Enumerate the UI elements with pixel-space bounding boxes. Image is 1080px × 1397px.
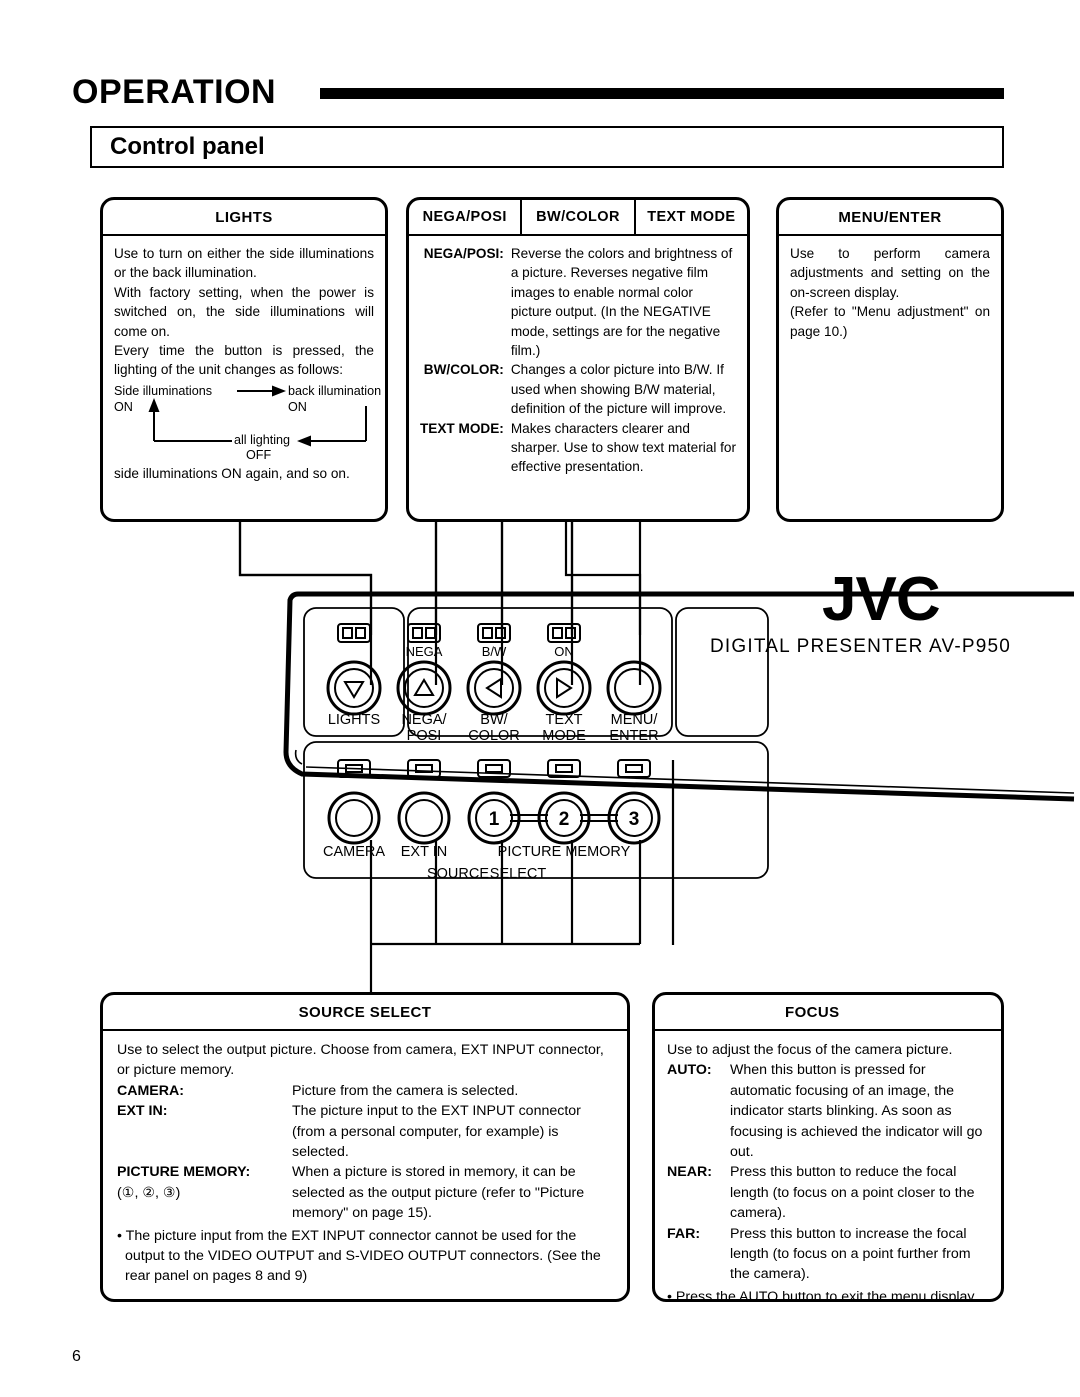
- led-indicator-bw: [477, 623, 511, 643]
- definition-desc: Makes characters clearer and sharper. Us…: [510, 420, 736, 475]
- callout-nega-posi-tabs: NEGA/POSI BW/COLOR TEXT MODE: [409, 200, 747, 236]
- callout-lights-title: LIGHTS: [103, 200, 385, 236]
- definition-term: BW/COLOR:: [423, 362, 504, 378]
- definition-row: PICTURE MEMORY: (①, ②, ③) When a picture…: [117, 1162, 613, 1223]
- definition-row: TEXT MODE: Makes characters clearer and …: [420, 419, 736, 477]
- title-rule: [320, 88, 1004, 99]
- definition-term: PICTURE MEMORY: (①, ②, ③): [117, 1162, 292, 1223]
- callout-nega-posi: NEGA/POSI BW/COLOR TEXT MODE NEGA/POSI: …: [406, 197, 750, 522]
- panel-label-lights: LIGHTS: [328, 712, 380, 728]
- definition-row: BW/COLOR: Changes a color picture into B…: [420, 360, 736, 418]
- definition-desc: When a picture is stored in memory, it c…: [292, 1164, 585, 1222]
- definition-term: AUTO:: [667, 1062, 712, 1079]
- source-select-bullet: • The picture input from the EXT INPUT c…: [117, 1227, 601, 1285]
- definition-desc: Press this button to increase the focal …: [730, 1225, 971, 1283]
- led-indicator-nega: [407, 623, 441, 643]
- source-select-definitions: CAMERA: Picture from the camera is selec…: [117, 1081, 613, 1224]
- tab-nega-posi: NEGA/POSI: [422, 209, 507, 225]
- led-indicator-on: [547, 623, 581, 643]
- callout-source-select-title: SOURCE SELECT: [103, 995, 627, 1031]
- definition-row: NEGA/POSI: Reverse the colors and bright…: [420, 244, 736, 360]
- led-label-nega: NEGA: [406, 644, 443, 659]
- focus-bullet: • Press the AUTO button to exit the menu…: [667, 1288, 978, 1302]
- panel-label-bw-color-1: BW/: [480, 712, 508, 728]
- menu-enter-paragraph-2: (Refer to "Menu adjustment" on page 10.): [790, 304, 990, 339]
- definition-desc: Changes a color picture into B/W. If use…: [510, 362, 727, 417]
- page-title: OPERATION: [72, 73, 277, 111]
- focus-definitions: AUTO: When this button is pressed for au…: [667, 1060, 989, 1284]
- definition-desc: The picture input to the EXT INPUT conne…: [292, 1103, 581, 1161]
- callout-source-select: SOURCE SELECT Use to select the output p…: [100, 992, 630, 1302]
- definition-term-line1: PICTURE MEMORY:: [117, 1164, 251, 1181]
- lights-paragraph-1: Use to turn on either the side illuminat…: [114, 246, 374, 281]
- callout-focus-title: FOCUS: [655, 995, 1001, 1031]
- cycle-node3-line2: OFF: [246, 447, 272, 462]
- cycle-node1-line1: Side illuminations: [114, 383, 213, 398]
- nega-posi-definitions: NEGA/POSI: Reverse the colors and bright…: [420, 244, 736, 477]
- definition-row: EXT IN: The picture input to the EXT INP…: [117, 1101, 613, 1162]
- panel-button-text-mode[interactable]: [536, 660, 592, 716]
- panel-label-bw-color-2: COLOR: [468, 728, 520, 744]
- definition-desc: Picture from the camera is selected.: [292, 1082, 519, 1099]
- model-line: DIGITAL PRESENTER AV-P950: [710, 636, 1011, 657]
- panel-label-menu-enter-2: ENTER: [609, 728, 658, 744]
- panel-button-lights[interactable]: [326, 660, 382, 716]
- definition-term: NEGA/POSI:: [423, 246, 504, 261]
- leader-line-focus: [671, 760, 675, 945]
- button-group-menu: [675, 607, 769, 737]
- panel-label-nega-posi-2: POSI: [407, 728, 442, 744]
- definition-term: EXT IN:: [117, 1103, 168, 1120]
- manual-page: OPERATION Control panel LIGHTS Use to tu…: [0, 0, 1080, 1397]
- definition-row: AUTO: When this button is pressed for au…: [667, 1060, 989, 1162]
- definition-term: CAMERA:: [117, 1082, 184, 1099]
- cycle-node1-line2: ON: [114, 399, 133, 414]
- cycle-node2-line2: ON: [288, 399, 307, 414]
- lights-paragraph-3: Every time the button is pressed, the li…: [114, 343, 374, 378]
- callout-focus: FOCUS Use to adjust the focus of the cam…: [652, 992, 1004, 1302]
- callout-source-select-body: Use to select the output picture. Choose…: [103, 1031, 627, 1296]
- led-indicator-lights: [337, 623, 371, 643]
- panel-label-nega-posi-1: NEGA/: [401, 712, 447, 728]
- callout-menu-enter-body: Use to perform camera adjustments and se…: [779, 236, 1001, 347]
- definition-row: FAR: Press this button to increase the f…: [667, 1224, 989, 1285]
- definition-term: FAR:: [667, 1225, 701, 1242]
- source-select-intro: Use to select the output picture. Choose…: [117, 1042, 604, 1079]
- lights-closing: side illuminations ON again, and so on.: [114, 465, 350, 481]
- definition-term: TEXT MODE:: [420, 420, 504, 436]
- panel-button-menu-enter[interactable]: [606, 660, 662, 716]
- definition-desc: When this button is pressed for automati…: [730, 1062, 983, 1161]
- callout-menu-enter-title: MENU/ENTER: [779, 200, 1001, 236]
- callout-nega-posi-body: NEGA/POSI: Reverse the colors and bright…: [409, 236, 747, 483]
- panel-label-text-mode-2: MODE: [542, 728, 586, 744]
- subtitle: Control panel: [110, 133, 265, 160]
- tab-bw-color: BW/COLOR: [520, 200, 633, 234]
- page-number: 6: [72, 1348, 81, 1365]
- menu-enter-paragraph-1: Use to perform camera adjustments and se…: [790, 246, 990, 300]
- callout-lights-body: Use to turn on either the side illuminat…: [103, 236, 385, 489]
- definition-desc: Reverse the colors and brightness of a p…: [510, 246, 733, 359]
- definition-term-line2: (①, ②, ③): [117, 1184, 181, 1201]
- panel-button-nega-posi[interactable]: [396, 660, 452, 716]
- callout-focus-body: Use to adjust the focus of the camera pi…: [655, 1031, 1001, 1302]
- definition-term: NEAR:: [667, 1164, 712, 1181]
- definition-row: NEAR: Press this button to reduce the fo…: [667, 1162, 989, 1223]
- led-label-on: ON: [554, 644, 574, 659]
- definition-desc: Press this button to reduce the focal le…: [730, 1164, 975, 1222]
- lights-paragraph-2: With factory setting, when the power is …: [114, 284, 374, 339]
- panel-label-text-mode-1: TEXT: [545, 712, 582, 728]
- led-label-bw: B/W: [482, 644, 507, 659]
- panel-label-menu-enter-1: MENU/: [611, 712, 659, 728]
- callout-lights: LIGHTS Use to turn on either the side il…: [100, 197, 388, 522]
- cycle-node3-line1: all lighting: [234, 432, 291, 447]
- focus-intro: Use to adjust the focus of the camera pi…: [667, 1042, 953, 1058]
- definition-row: CAMERA: Picture from the camera is selec…: [117, 1081, 613, 1101]
- panel-button-bw-color[interactable]: [466, 660, 522, 716]
- jvc-logo: JVC: [822, 565, 940, 634]
- callout-menu-enter: MENU/ENTER Use to perform camera adjustm…: [776, 197, 1004, 522]
- tab-text-mode: TEXT MODE: [633, 200, 747, 234]
- cycle-node2-line1: back illumination: [288, 383, 382, 398]
- lights-cycle-diagram: Side illuminations ON back illumination …: [114, 383, 381, 462]
